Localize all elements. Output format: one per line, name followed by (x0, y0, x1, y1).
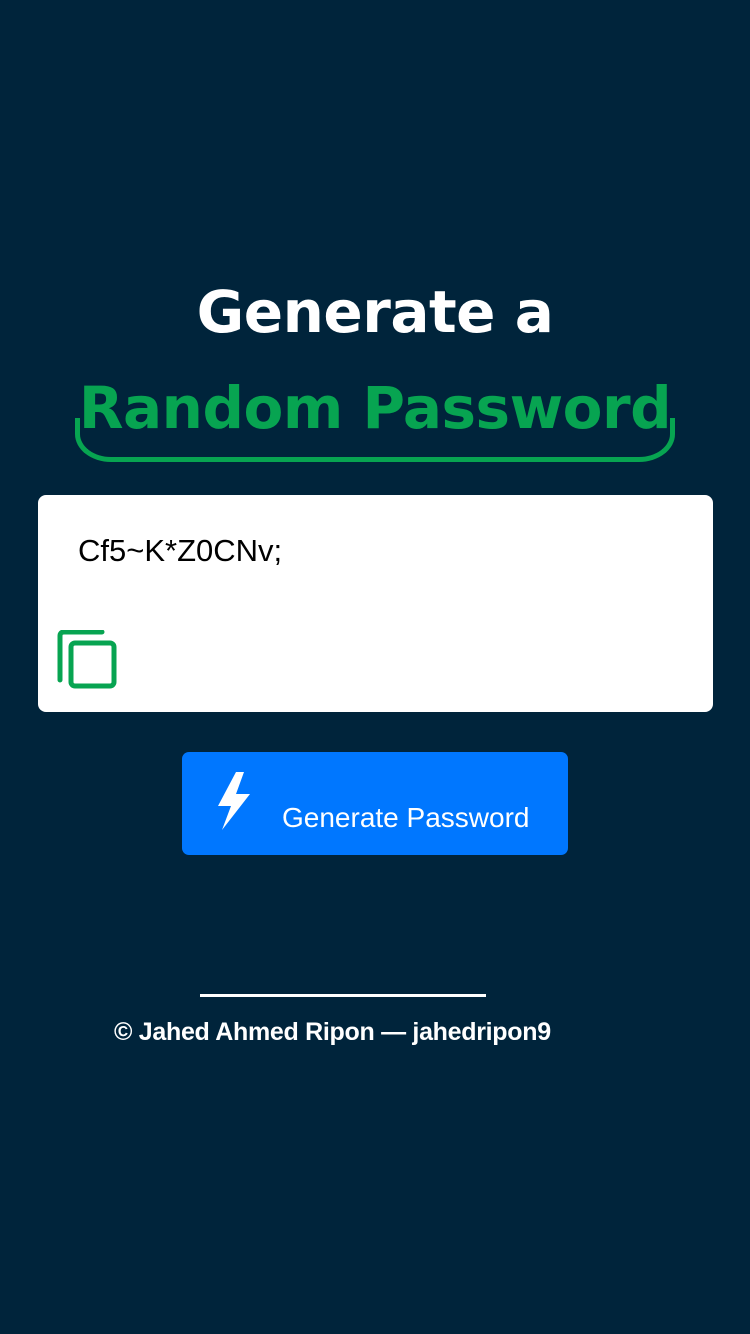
title-underline (75, 418, 675, 462)
copy-button[interactable] (56, 629, 120, 694)
lightning-bolt-icon (218, 772, 250, 830)
title-line-1: Generate a (196, 278, 554, 346)
password-value: Cf5~K*Z0CNv; (78, 533, 283, 568)
footer-credit: © Jahed Ahmed Ripon — jahedripon9 (114, 1018, 551, 1046)
copy-icon (57, 629, 117, 689)
password-display: Cf5~K*Z0CNv; (38, 495, 713, 712)
generate-button-label: Generate Password (282, 802, 530, 833)
generate-password-button[interactable]: Generate Password (182, 752, 568, 855)
footer-divider (200, 994, 486, 997)
